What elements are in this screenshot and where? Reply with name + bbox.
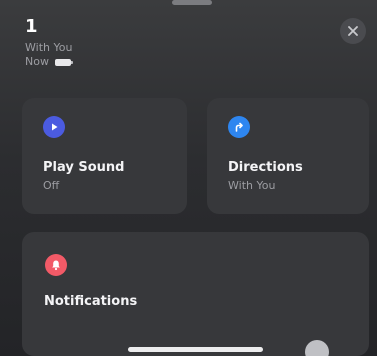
bell-icon	[52, 260, 60, 271]
item-location: With You	[25, 41, 73, 54]
item-header: 1 With You Now	[25, 16, 73, 69]
play-sound-card[interactable]: Play Sound Off	[22, 98, 187, 214]
directions-arrow-icon	[235, 122, 243, 132]
directions-card[interactable]: Directions With You	[207, 98, 369, 214]
directions-status: With You	[228, 179, 276, 192]
play-sound-icon-badge	[43, 116, 65, 138]
notifications-icon-badge	[45, 254, 67, 276]
item-status-row: Now	[25, 55, 73, 69]
close-button[interactable]	[340, 18, 366, 44]
play-sound-status: Off	[43, 179, 60, 192]
item-timestamp: Now	[25, 55, 49, 68]
sheet-grabber[interactable]	[172, 0, 212, 5]
item-detail-sheet: 1 With You Now Play Sound Off Directions…	[0, 0, 377, 356]
notifications-label: Notifications	[44, 294, 138, 309]
battery-icon	[54, 58, 73, 66]
directions-label: Directions	[228, 160, 303, 175]
notifications-card[interactable]: Notifications	[22, 232, 369, 356]
home-indicator[interactable]	[128, 347, 263, 352]
directions-icon-badge	[228, 116, 250, 138]
play-sound-label: Play Sound	[43, 160, 125, 175]
play-icon	[52, 123, 58, 131]
close-icon	[348, 26, 358, 36]
item-title: 1	[25, 16, 38, 37]
